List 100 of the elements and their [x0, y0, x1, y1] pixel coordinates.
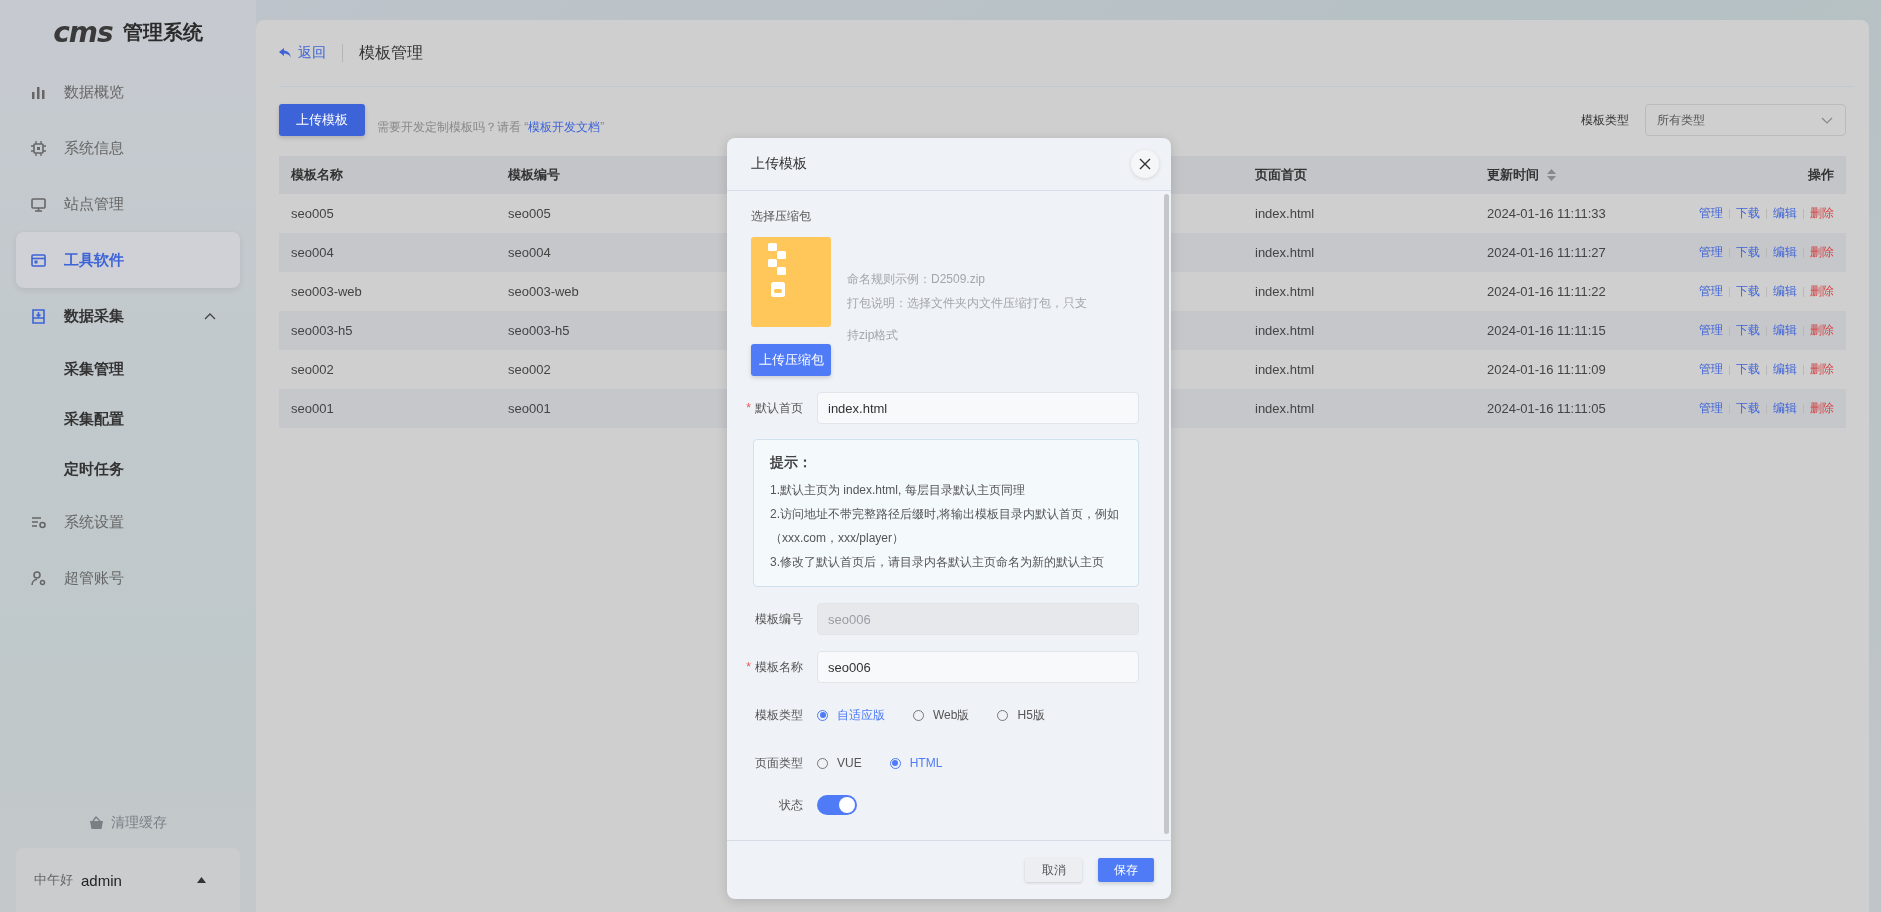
- input-field[interactable]: index.html: [817, 392, 1139, 424]
- chip-icon: [30, 139, 47, 157]
- radio-option[interactable]: VUE: [817, 756, 862, 770]
- clear-cache-button[interactable]: 清理缓存: [89, 814, 167, 832]
- action-link[interactable]: 管理: [1699, 361, 1723, 378]
- table-cell: 2024-01-16 11:11:05: [1487, 401, 1606, 416]
- close-icon: [1139, 158, 1151, 170]
- user-gear-icon: [30, 569, 47, 587]
- delete-link[interactable]: 删除: [1810, 283, 1834, 300]
- upload-package-button[interactable]: 上传压缩包: [751, 344, 831, 376]
- action-link[interactable]: 下载: [1736, 205, 1760, 222]
- back-arrow-icon: [279, 48, 291, 58]
- close-button[interactable]: [1131, 150, 1159, 178]
- table-cell: seo005: [291, 206, 334, 221]
- table-cell: seo001: [291, 401, 334, 416]
- menu-item[interactable]: 数据概览: [16, 64, 240, 120]
- delete-link[interactable]: 删除: [1810, 400, 1834, 417]
- basket-icon: [89, 816, 104, 830]
- table-cell: 2024-01-16 11:11:33: [1487, 206, 1606, 221]
- monitor-icon: [30, 195, 47, 213]
- menu-item[interactable]: 超管账号: [16, 550, 240, 606]
- menu-item[interactable]: 站点管理: [16, 176, 240, 232]
- action-link[interactable]: 编辑: [1773, 205, 1797, 222]
- delete-link[interactable]: 删除: [1810, 244, 1834, 261]
- action-link[interactable]: 下载: [1736, 361, 1760, 378]
- window-icon: [30, 251, 47, 269]
- cancel-button[interactable]: 取消: [1025, 858, 1082, 882]
- field-label: 模板类型: [755, 707, 803, 722]
- table-cell: 2024-01-16 11:11:15: [1487, 323, 1606, 338]
- table-cell: 2024-01-16 11:11:27: [1487, 245, 1606, 260]
- hint-text: 需要开发定制模板吗？请看 “模板开发文档”: [377, 118, 605, 136]
- chevron-down-icon: [1821, 116, 1833, 124]
- app-title: 管理系统: [122, 19, 203, 45]
- table-cell: seo003-web: [291, 284, 362, 299]
- logo: cms: [53, 15, 113, 49]
- action-link[interactable]: 下载: [1736, 283, 1760, 300]
- submenu-item[interactable]: 定时任务: [16, 444, 240, 494]
- table-cell: seo001: [508, 401, 551, 416]
- table-cell: seo005: [508, 206, 551, 221]
- radio-option[interactable]: H5版: [997, 706, 1045, 724]
- table-cell: index.html: [1255, 401, 1315, 416]
- table-cell: seo003-web: [508, 284, 579, 299]
- action-link[interactable]: 编辑: [1773, 283, 1797, 300]
- menu-item[interactable]: 系统信息: [16, 120, 240, 176]
- field-label: 模板编号: [755, 611, 803, 626]
- table-cell: index.html: [1255, 206, 1315, 221]
- radio-option[interactable]: 自适应版: [817, 706, 885, 724]
- column-header: 页面首页: [1255, 166, 1307, 184]
- column-header: 更新时间: [1487, 166, 1539, 184]
- action-link[interactable]: 管理: [1699, 205, 1723, 222]
- save-button[interactable]: 保存: [1098, 858, 1154, 882]
- menu-item[interactable]: 数据采集: [16, 288, 240, 344]
- action-link[interactable]: 编辑: [1773, 322, 1797, 339]
- submenu-item[interactable]: 采集管理: [16, 344, 240, 394]
- delete-link[interactable]: 删除: [1810, 205, 1834, 222]
- action-link[interactable]: 下载: [1736, 322, 1760, 339]
- doc-link[interactable]: 模板开发文档: [528, 119, 601, 134]
- table-cell: index.html: [1255, 284, 1315, 299]
- submenu-item[interactable]: 采集配置: [16, 394, 240, 444]
- action-link[interactable]: 管理: [1699, 400, 1723, 417]
- delete-link[interactable]: 删除: [1810, 361, 1834, 378]
- table-cell: seo003-h5: [508, 323, 570, 338]
- back-link[interactable]: 返回: [279, 44, 326, 62]
- table-cell: index.html: [1255, 323, 1315, 338]
- field-label: 页面类型: [755, 755, 803, 770]
- table-cell: seo003-h5: [291, 323, 353, 338]
- tip-text: 1.默认主页为 index.html, 每层目录默认主页同理: [770, 482, 1026, 499]
- delete-link[interactable]: 删除: [1810, 322, 1834, 339]
- action-link[interactable]: 编辑: [1773, 361, 1797, 378]
- action-link[interactable]: 管理: [1699, 322, 1723, 339]
- chevron-up-icon: [204, 312, 216, 320]
- input-field[interactable]: seo006: [817, 651, 1139, 683]
- column-header: 模板名称: [291, 166, 343, 184]
- field-label: 状态: [779, 797, 803, 812]
- menu-item[interactable]: 工具软件: [16, 232, 240, 288]
- column-header: 模板编号: [508, 166, 560, 184]
- scrollbar[interactable]: [1164, 194, 1169, 834]
- action-link[interactable]: 下载: [1736, 400, 1760, 417]
- page-title: 模板管理: [359, 42, 423, 63]
- action-link[interactable]: 管理: [1699, 244, 1723, 261]
- action-link[interactable]: 编辑: [1773, 244, 1797, 261]
- dialog-title: 上传模板: [751, 155, 807, 173]
- filter-label: 模板类型: [1581, 111, 1629, 129]
- radio-option[interactable]: Web版: [913, 706, 970, 724]
- action-link[interactable]: 下载: [1736, 244, 1760, 261]
- greeting: 中午好: [34, 871, 73, 889]
- zip-file-icon: [751, 237, 831, 327]
- menu-item[interactable]: 系统设置: [16, 494, 240, 550]
- field-label: 默认首页: [755, 400, 803, 415]
- caret-up-icon: [197, 877, 206, 883]
- column-header: 操作: [1808, 166, 1834, 184]
- type-select[interactable]: 所有类型: [1645, 104, 1846, 136]
- table-cell: seo002: [291, 362, 334, 377]
- radio-option[interactable]: HTML: [889, 756, 943, 770]
- user-panel[interactable]: 中午好 admin: [16, 848, 240, 912]
- action-link[interactable]: 编辑: [1773, 400, 1797, 417]
- table-cell: seo004: [508, 245, 551, 260]
- upload-template-button[interactable]: 上传模板: [279, 104, 365, 136]
- toggle-switch[interactable]: [817, 795, 857, 815]
- action-link[interactable]: 管理: [1699, 283, 1723, 300]
